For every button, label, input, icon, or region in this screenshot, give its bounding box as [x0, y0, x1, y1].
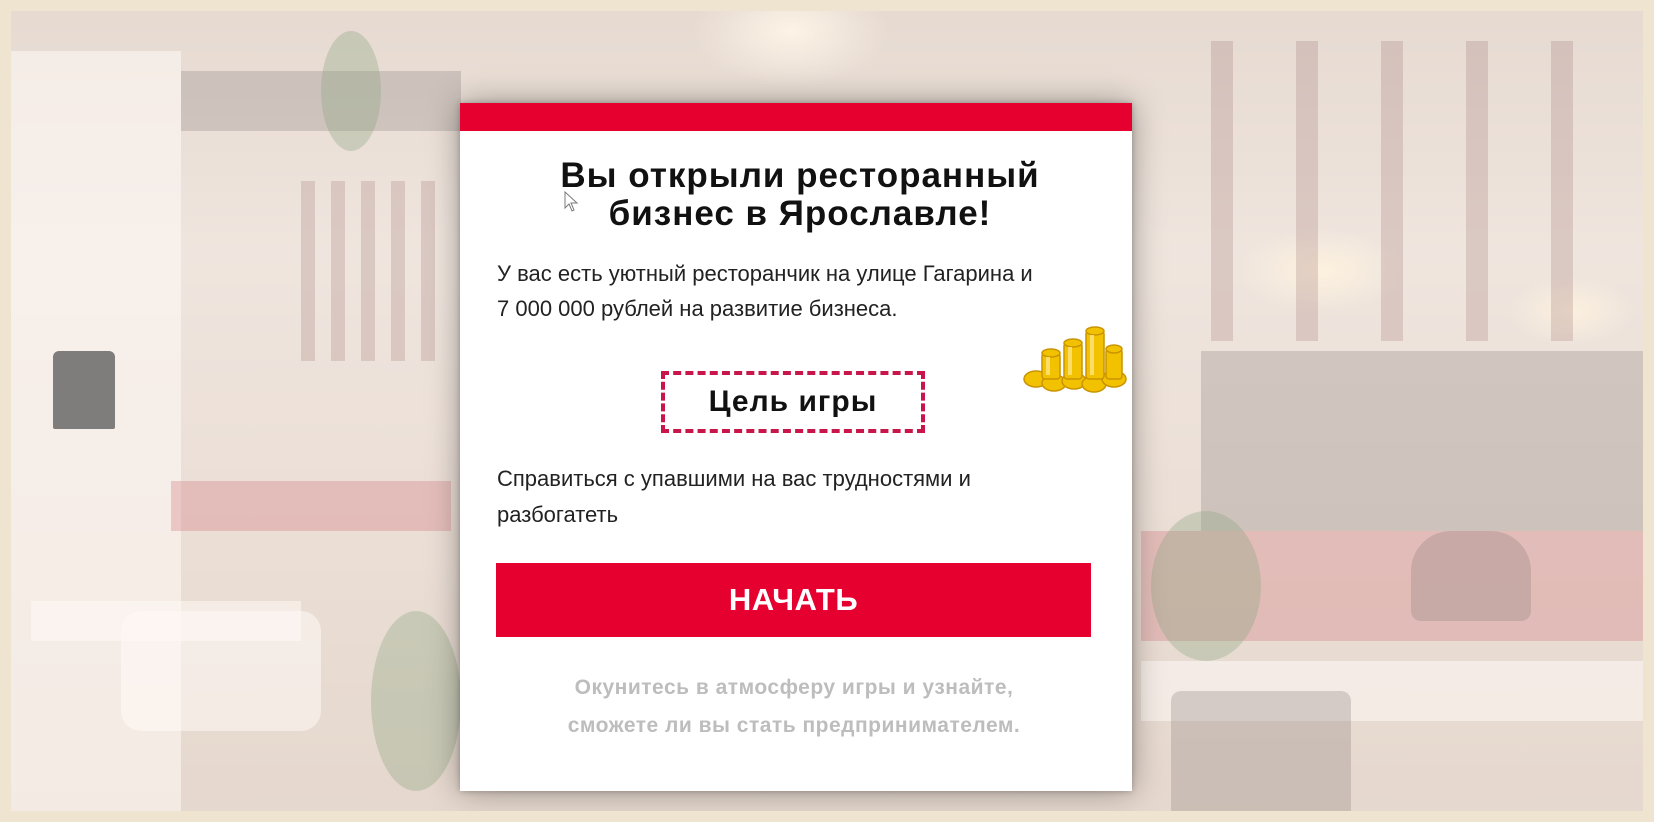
goal-heading-box: Цель игры	[661, 371, 925, 433]
mouse-pointer-icon	[564, 191, 579, 212]
dialog-title: Вы открыли ресторанный бизнес в Ярославл…	[560, 156, 1040, 233]
goal-heading: Цель игры	[708, 385, 878, 418]
gold-coins-icon	[1023, 326, 1127, 393]
dialog-header-bar	[460, 103, 1132, 131]
intro-dialog: Вы открыли ресторанный бизнес в Ярославл…	[460, 103, 1132, 791]
footer-text: Окунитесь в атмосферу игры и узнайте, см…	[567, 676, 1021, 737]
start-button[interactable]: НАЧАТЬ	[496, 563, 1091, 637]
intro-text: У вас есть уютный ресторанчик на улице Г…	[497, 261, 1033, 321]
goal-description: Справиться с упавшими на вас трудностями…	[497, 466, 971, 527]
game-frame: Вы открыли ресторанный бизнес в Ярославл…	[0, 0, 1654, 822]
